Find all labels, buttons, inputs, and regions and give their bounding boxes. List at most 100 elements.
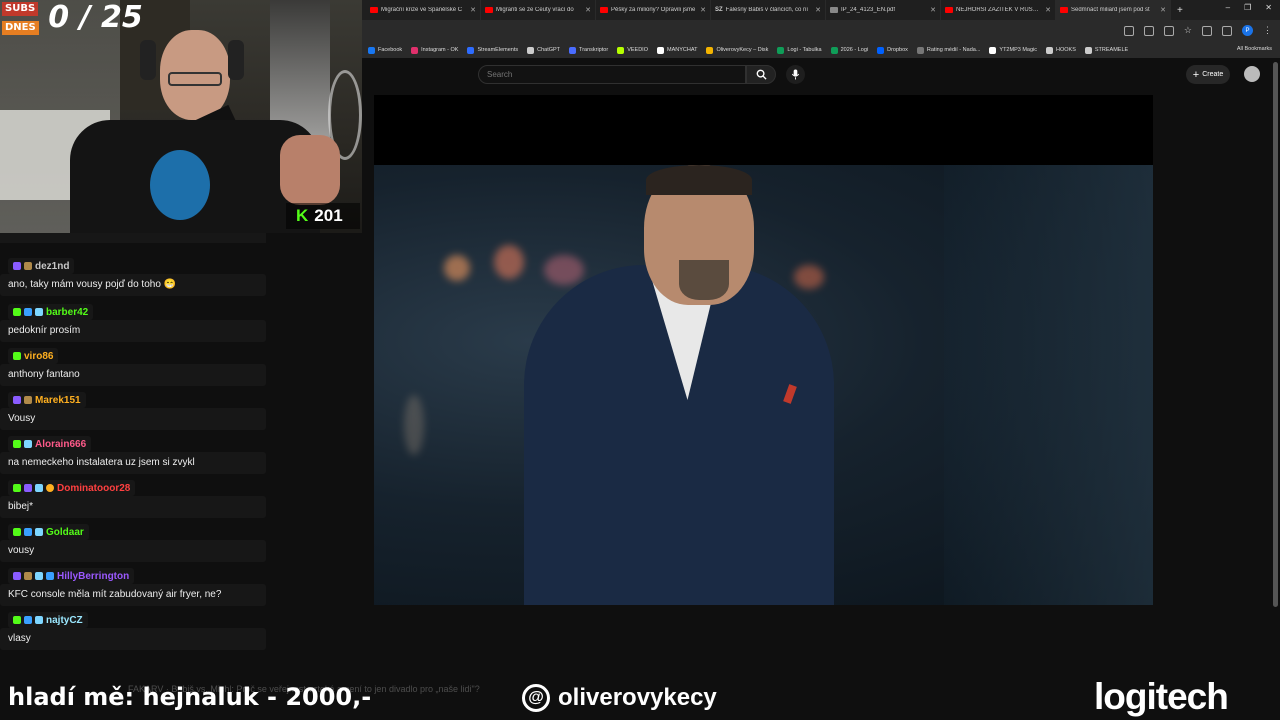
close-icon[interactable]: ✕ [815, 6, 821, 14]
bookmark-item[interactable]: ChatGPT [527, 46, 560, 54]
youtube-header: + Create [362, 58, 1280, 92]
account-avatar[interactable] [1244, 66, 1260, 82]
chat-username: Marek151 [35, 394, 81, 406]
sheets-icon [830, 46, 838, 54]
kick-icon: K [296, 206, 309, 225]
coin-badge-icon [46, 484, 54, 492]
bookmarks-bar: Facebook Instagram - OK StreamElements C… [362, 42, 1280, 58]
chat-username: Goldaar [46, 526, 84, 538]
veedio-icon [617, 46, 625, 54]
voice-search-button[interactable] [786, 65, 805, 84]
gift-badge-icon [24, 308, 32, 316]
supporter-badge-icon [24, 396, 32, 404]
youtube-icon [370, 7, 378, 13]
browser-tab-active[interactable]: Sedmnáct miliard jsem pod st ✕ [1056, 0, 1171, 20]
browser-tab[interactable]: IP_24_4123_EN.pdf ✕ [826, 0, 941, 20]
star-icon[interactable]: ☆ [1184, 25, 1192, 36]
subs-label-bottom: DNES [2, 21, 39, 35]
subs-counter: SUBS DNES 0 / 25 [2, 2, 143, 40]
close-icon[interactable]: ✕ [1160, 6, 1166, 14]
extensions-icon[interactable] [1202, 25, 1212, 36]
diamond-badge-icon [35, 308, 43, 316]
chatgpt-icon [527, 46, 535, 54]
translate-icon[interactable] [1123, 25, 1134, 36]
diamond-badge-icon [35, 572, 43, 580]
youtube-icon [945, 7, 953, 13]
search-button[interactable] [746, 65, 776, 84]
close-icon[interactable]: ✕ [1045, 6, 1051, 14]
close-icon[interactable]: ✕ [585, 6, 591, 14]
diamond-badge-icon [35, 616, 43, 624]
menu-icon[interactable]: ⋮ [1263, 25, 1272, 36]
all-bookmarks-button[interactable]: All Bookmarks [1237, 46, 1272, 52]
close-icon[interactable]: ✕ [470, 6, 476, 14]
kick-badge-icon [13, 484, 21, 492]
browser-tab[interactable]: Pěšky za miliony? Opravili jsme ✕ [596, 0, 711, 20]
chat-text: vlasy [0, 628, 266, 650]
search-icon [756, 69, 767, 80]
gift-badge-icon [46, 572, 54, 580]
bookmark-item[interactable]: Instagram - OK [411, 46, 458, 54]
chat-username: HillyBerrington [57, 570, 130, 582]
maximize-button[interactable]: ❐ [1244, 3, 1251, 12]
chat-text: pedoknír prosím [0, 320, 266, 342]
chat-text: bibej* [0, 496, 266, 518]
video-frame[interactable] [374, 165, 1153, 605]
page-scrollbar[interactable] [1273, 62, 1278, 607]
folder-icon [1046, 46, 1054, 54]
bookmark-item[interactable]: Dropbox [877, 46, 908, 54]
kick-badge-icon [13, 352, 21, 360]
sheets-icon [777, 46, 785, 54]
bookmark-item[interactable]: 2026 - Logi [830, 46, 868, 54]
browser-tab-bar: Migrační krize ve Španělské C ✕ Migranti … [362, 0, 1280, 20]
diamond-badge-icon [35, 484, 43, 492]
minimize-button[interactable]: – [1226, 3, 1230, 12]
close-window-button[interactable]: ✕ [1265, 3, 1272, 12]
bookmark-item[interactable]: Facebook [368, 46, 402, 54]
browser-tab[interactable]: Migrační krize ve Španělské C ✕ [366, 0, 481, 20]
streamelements-icon [467, 46, 475, 54]
bookmark-item[interactable]: YT2MP3 Magic [989, 46, 1037, 54]
bookmark-item[interactable]: MANYCHAT [656, 46, 697, 54]
bookmark-item[interactable]: OliverovyKecy – Disk [706, 46, 768, 54]
kick-viewer-badge: K 201 [286, 203, 360, 229]
browser-tab[interactable]: NEJHORŠÍ ZÁŽITEK V RUSKU! ✕ [941, 0, 1056, 20]
subs-count: 0 / 25 [48, 0, 143, 35]
youtube-icon [485, 7, 493, 13]
chat-username: viro86 [24, 350, 54, 362]
browser-tab[interactable]: Migranti se ze Ceuty vrací do ✕ [481, 0, 596, 20]
bookmark-item[interactable]: STREAMELE [1084, 46, 1128, 54]
chat-text: vousy [0, 540, 266, 562]
youtube-icon [600, 7, 608, 13]
tab-prefix: SZ [715, 7, 723, 13]
cast-icon[interactable] [1143, 25, 1154, 36]
bookmark-item[interactable]: StreamElements [467, 46, 518, 54]
create-button[interactable]: + Create [1186, 65, 1230, 84]
profile-avatar[interactable]: P [1242, 25, 1253, 36]
gift-badge-icon [24, 616, 32, 624]
zoom-icon[interactable] [1163, 25, 1174, 36]
close-icon[interactable]: ✕ [700, 6, 706, 14]
bookmark-item[interactable]: VEEDIO [617, 46, 648, 54]
browser-tab[interactable]: SZ Falešný Babiš v článcích, co ní ✕ [711, 0, 826, 20]
search-input[interactable] [478, 65, 746, 84]
plus-icon: + [1192, 68, 1200, 81]
bookmark-item[interactable]: Transkriptor [569, 46, 608, 54]
subscriber-badge-icon [13, 396, 21, 404]
close-icon[interactable]: ✕ [930, 6, 936, 14]
bookmark-item[interactable]: Logi - Tabulka [777, 46, 822, 54]
subscriber-badge-icon [24, 484, 32, 492]
facebook-icon [368, 46, 375, 54]
google-drive-icon [706, 46, 714, 54]
bookmark-item[interactable]: Rating médií - Nada... [916, 46, 980, 54]
folder-icon [1084, 46, 1092, 54]
toolbar-icons: ☆ P ⋮ [1123, 25, 1272, 36]
sidebar-icon[interactable] [1222, 25, 1232, 36]
supporter-badge-icon [24, 262, 32, 270]
subs-label-top: SUBS [2, 2, 39, 16]
dropbox-icon [877, 46, 885, 54]
new-tab-button[interactable]: + [1171, 5, 1189, 16]
bookmark-item[interactable]: HOOKS [1046, 46, 1076, 54]
manychat-icon [656, 46, 664, 54]
subscriber-badge-icon [13, 572, 21, 580]
